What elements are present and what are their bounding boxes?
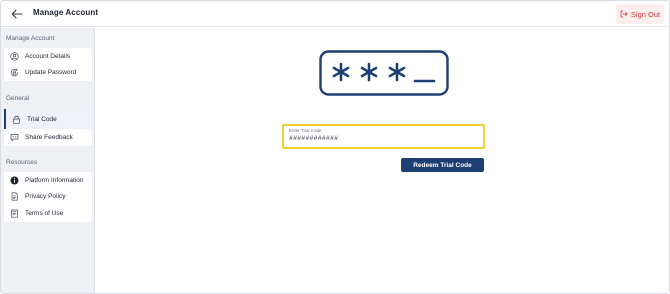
redeem-button-label: Redeem Trial Code [413,161,472,169]
nav-group-general: Trial Code Share Feedback [4,109,92,146]
trial-code-field[interactable]: Enter Trial Code ############ [282,124,485,149]
trial-code-input[interactable]: ############ [289,135,478,143]
redeem-trial-code-button[interactable]: Redeem Trial Code [401,158,484,172]
trial-code-label: Enter Trial Code [289,128,322,133]
sign-out-label: Sign Out [630,9,661,19]
terms-icon [10,209,19,218]
sidebar-item-label: Terms of Use [25,209,64,217]
sidebar-item-label: Privacy Policy [25,193,66,201]
sidebar-item-account-details[interactable]: Account Details [4,48,92,65]
sidebar-item-update-password[interactable]: Update Password [4,65,92,82]
section-title-manage-account: Manage Account [6,35,55,42]
nav-group-resources: Platform Information Privacy Policy Term… [4,172,92,222]
sidebar-item-terms-of-use[interactable]: Terms of Use [4,205,92,222]
page-title: Manage Account [33,8,99,17]
sidebar-item-platform-information[interactable]: Platform Information [4,172,92,189]
app-window: Manage Account Sign Out Manage Account A… [0,0,670,294]
section-title-resources: Resources [6,159,38,166]
top-bar: Manage Account Sign Out [1,1,669,27]
main-content: Enter Trial Code ############ Redeem Tri… [96,28,669,293]
document-icon [10,192,19,201]
lock-rotate-icon [10,68,19,77]
user-circle-icon [10,52,19,61]
arrow-left-icon [11,9,23,19]
sidebar-item-label: Share Feedback [25,133,73,141]
info-icon [10,176,19,185]
feedback-icon [10,133,19,142]
sign-out-button[interactable]: Sign Out [616,4,664,24]
back-button[interactable] [10,7,24,21]
nav-group-manage-account: Account Details Update Password [4,48,92,81]
sign-out-icon [620,10,628,18]
lock-icon [12,115,21,124]
sidebar-item-share-feedback[interactable]: Share Feedback [4,129,92,146]
sidebar-item-label: Account Details [25,52,71,60]
sidebar-item-label: Update Password [25,69,77,77]
sidebar-item-label: Trial Code [27,115,57,123]
sidebar-item-privacy-policy[interactable]: Privacy Policy [4,189,92,206]
sidebar-item-trial-code[interactable]: Trial Code [4,109,92,129]
sidebar-item-label: Platform Information [25,176,84,184]
section-title-general: General [6,95,30,102]
sidebar: Manage Account Account Details Update Pa… [1,28,95,293]
password-code-icon [319,50,449,96]
